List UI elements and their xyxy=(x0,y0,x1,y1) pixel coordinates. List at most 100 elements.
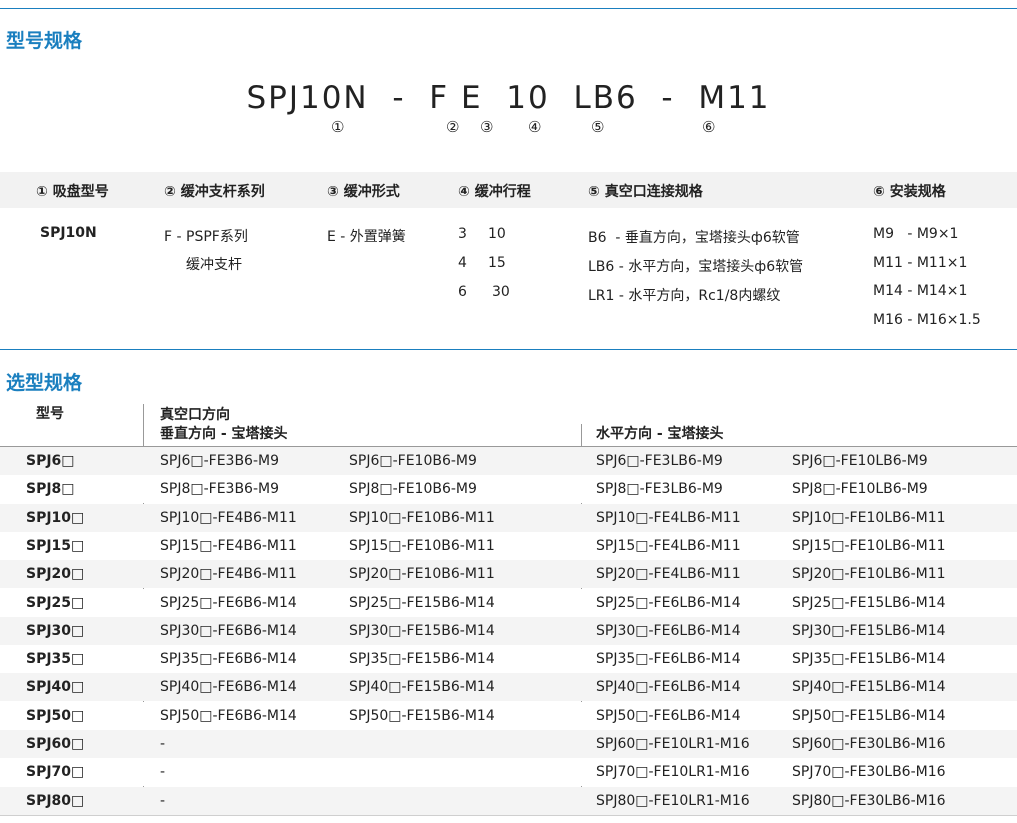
top-divider xyxy=(0,8,1017,9)
select-horizontal-long-cell: SPJ6□-FE10LB6-M9 xyxy=(792,453,928,469)
select-vertical-short-cell: SPJ50□-FE6B6-M14 xyxy=(160,707,297,724)
model-code-part: SPJ10N xyxy=(246,80,369,116)
select-vertical-short-cell: SPJ25□-FE6B6-M14 xyxy=(160,594,297,611)
select-horizontal-short-cell: SPJ50□-FE6LB6-M14 xyxy=(596,707,741,724)
select-model-cell: SPJ50□ xyxy=(26,707,85,724)
select-horizontal-short-cell: SPJ60□-FE10LR1-M16 xyxy=(596,736,750,752)
select-vertical-short-cell: - xyxy=(160,792,166,809)
spec-header-stroke: ④ 缓冲行程 xyxy=(458,184,531,200)
select-model-cell: SPJ6□ xyxy=(26,453,75,469)
select-vertical-short-cell: - xyxy=(160,736,166,752)
select-header-port: 真空口方向 xyxy=(160,407,230,423)
marker-6: ⑥ xyxy=(702,118,716,136)
select-vertical-long-cell: SPJ25□-FE15B6-M14 xyxy=(349,594,495,611)
select-horizontal-long-cell: SPJ8□-FE10LB6-M9 xyxy=(792,481,928,498)
model-code-part: M11 xyxy=(698,80,771,116)
select-model-cell: SPJ80□ xyxy=(26,792,85,809)
spec-mount-value: M11 - M11×1 xyxy=(873,255,968,271)
select-header-model: 型号 xyxy=(36,406,64,422)
select-vertical-short-cell: SPJ10□-FE4B6-M11 xyxy=(160,509,297,526)
spec-type-value: E - 外置弹簧 xyxy=(327,229,406,245)
spec-header-buffer-series: ② 缓冲支杆系列 xyxy=(164,184,265,200)
select-model-cell: SPJ60□ xyxy=(26,736,85,752)
select-model-cell: SPJ10□ xyxy=(26,509,85,526)
select-horizontal-long-cell: SPJ70□-FE30LB6-M16 xyxy=(792,764,946,781)
spec-stroke-value: 30 xyxy=(492,284,510,300)
select-horizontal-short-cell: SPJ25□-FE6LB6-M14 xyxy=(596,594,741,611)
select-vertical-long-cell: SPJ8□-FE10B6-M9 xyxy=(349,481,477,498)
select-horizontal-long-cell: SPJ15□-FE10LB6-M11 xyxy=(792,537,946,554)
select-horizontal-long-cell: SPJ10□-FE10LB6-M11 xyxy=(792,509,946,526)
select-horizontal-long-cell: SPJ80□-FE30LB6-M16 xyxy=(792,792,946,809)
spec-port-value: LB6 - 水平方向，宝塔接头ф6软管 xyxy=(588,259,804,275)
select-header-horizontal: 水平方向 - 宝塔接头 xyxy=(596,426,724,442)
model-code-part: - xyxy=(392,80,406,116)
spec-series-value: 缓冲支杆 xyxy=(186,257,242,273)
select-horizontal-short-cell: SPJ8□-FE3LB6-M9 xyxy=(596,481,723,498)
select-vertical-long-cell: SPJ15□-FE10B6-M11 xyxy=(349,537,495,554)
select-horizontal-short-cell: SPJ80□-FE10LR1-M16 xyxy=(596,792,750,809)
select-vertical-short-cell: SPJ35□-FE6B6-M14 xyxy=(160,651,297,668)
select-horizontal-short-cell: SPJ15□-FE4LB6-M11 xyxy=(596,537,741,554)
spec-header-cup-model: ① 吸盘型号 xyxy=(36,184,109,200)
select-header-vertical: 垂直方向 - 宝塔接头 xyxy=(160,426,288,442)
select-model-cell: SPJ30□ xyxy=(26,622,85,639)
select-vertical-long-cell: SPJ6□-FE10B6-M9 xyxy=(349,453,477,469)
select-model-cell: SPJ25□ xyxy=(26,594,85,611)
section-title-selection: 选型规格 xyxy=(6,372,83,394)
model-code-part: - xyxy=(661,80,675,116)
marker-1: ① xyxy=(331,118,345,136)
select-horizontal-short-cell: SPJ6□-FE3LB6-M9 xyxy=(596,453,723,469)
model-code-part: LB6 xyxy=(573,80,638,116)
spec-port-value: B6 - 垂直方向，宝塔接头ф6软管 xyxy=(588,230,800,246)
select-horizontal-long-cell: SPJ20□-FE10LB6-M11 xyxy=(792,566,946,583)
select-model-cell: SPJ8□ xyxy=(26,481,75,498)
select-horizontal-long-cell: SPJ35□-FE15LB6-M14 xyxy=(792,651,946,668)
spec-series-value: F - PSPF系列 xyxy=(164,229,248,245)
model-code-part: 10 xyxy=(506,80,550,116)
select-horizontal-long-cell: SPJ60□-FE30LB6-M16 xyxy=(792,736,946,752)
spec-header-mount: ⑥ 安装规格 xyxy=(873,184,946,200)
spec-stroke-value: 10 xyxy=(488,226,506,242)
model-code-part: E xyxy=(460,80,483,116)
marker-4: ④ xyxy=(528,118,542,136)
select-horizontal-short-cell: SPJ40□-FE6LB6-M14 xyxy=(596,679,741,696)
select-vertical-short-cell: SPJ20□-FE4B6-M11 xyxy=(160,566,297,583)
select-horizontal-short-cell: SPJ20□-FE4LB6-M11 xyxy=(596,566,741,583)
section-divider xyxy=(0,349,1017,350)
select-vertical-short-cell: SPJ40□-FE6B6-M14 xyxy=(160,679,297,696)
spec-mount-value: M14 - M14×1 xyxy=(873,283,968,299)
model-code: SPJ10N - F E 10 LB6 - M11 xyxy=(0,80,1017,116)
select-model-cell: SPJ20□ xyxy=(26,566,85,583)
select-vertical-long-cell: SPJ40□-FE15B6-M14 xyxy=(349,679,495,696)
spec-stroke-code: 3 xyxy=(458,226,467,242)
select-model-cell: SPJ40□ xyxy=(26,679,85,696)
spec-port-value: LR1 - 水平方向，Rc1/8内螺纹 xyxy=(588,288,781,304)
select-horizontal-long-cell: SPJ25□-FE15LB6-M14 xyxy=(792,594,946,611)
select-horizontal-short-cell: SPJ30□-FE6LB6-M14 xyxy=(596,622,741,639)
select-horizontal-short-cell: SPJ35□-FE6LB6-M14 xyxy=(596,651,741,668)
row-divider xyxy=(0,814,1017,816)
select-vertical-short-cell: SPJ8□-FE3B6-M9 xyxy=(160,481,279,498)
select-model-cell: SPJ70□ xyxy=(26,764,85,781)
marker-3: ③ xyxy=(480,118,494,136)
spec-stroke-value: 15 xyxy=(488,255,506,271)
select-vertical-long-cell: SPJ20□-FE10B6-M11 xyxy=(349,566,495,583)
spec-stroke-code: 6 xyxy=(458,284,467,300)
spec-header-vacuum-port: ⑤ 真空口连接规格 xyxy=(588,184,703,200)
select-horizontal-long-cell: SPJ30□-FE15LB6-M14 xyxy=(792,622,946,639)
model-code-part: F xyxy=(429,80,450,116)
select-vertical-short-cell: - xyxy=(160,764,166,781)
select-vertical-long-cell: SPJ50□-FE15B6-M14 xyxy=(349,707,495,724)
select-vertical-long-cell: SPJ35□-FE15B6-M14 xyxy=(349,651,495,668)
select-model-cell: SPJ15□ xyxy=(26,537,85,554)
spec-header-buffer-type: ③ 缓冲形式 xyxy=(327,184,400,200)
spec-stroke-code: 4 xyxy=(458,255,467,271)
select-horizontal-long-cell: SPJ40□-FE15LB6-M14 xyxy=(792,679,946,696)
select-vertical-long-cell: SPJ10□-FE10B6-M11 xyxy=(349,509,495,526)
select-horizontal-short-cell: SPJ70□-FE10LR1-M16 xyxy=(596,764,750,781)
select-vertical-short-cell: SPJ15□-FE4B6-M11 xyxy=(160,537,297,554)
marker-5: ⑤ xyxy=(591,118,605,136)
select-horizontal-long-cell: SPJ50□-FE15LB6-M14 xyxy=(792,707,946,724)
select-vertical-short-cell: SPJ30□-FE6B6-M14 xyxy=(160,622,297,639)
